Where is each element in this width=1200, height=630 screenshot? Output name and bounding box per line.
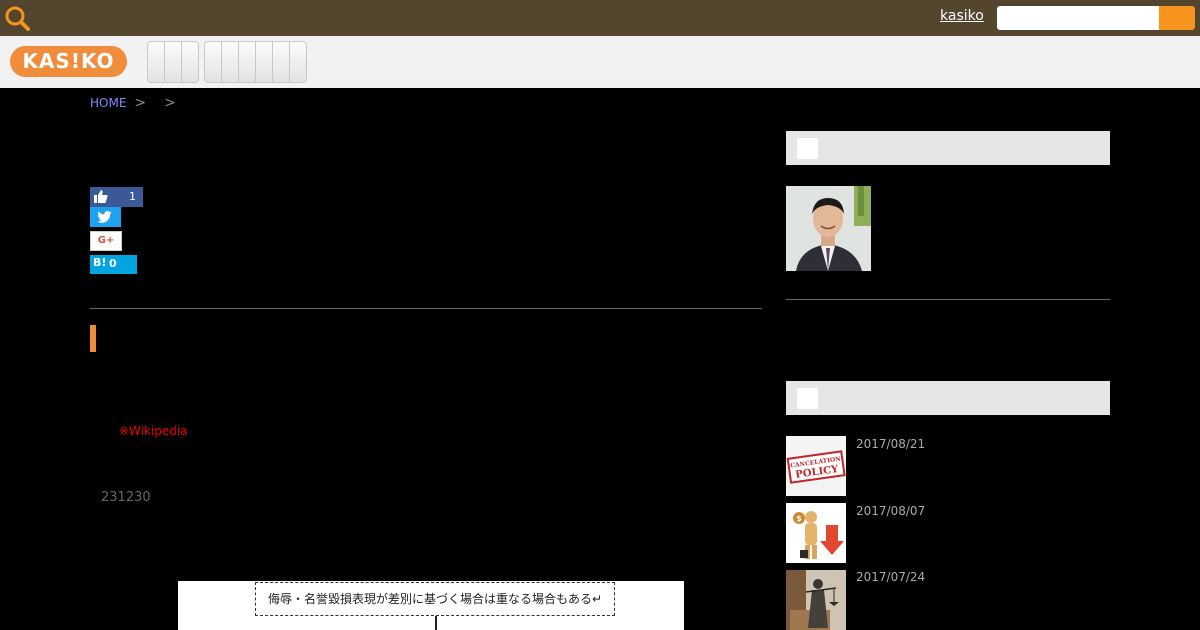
- recent-post-thumbnail[interactable]: [786, 570, 846, 630]
- author-avatar[interactable]: [786, 186, 871, 271]
- justice-statue-image: [786, 570, 846, 630]
- source-note[interactable]: ※Wikipedia: [119, 424, 188, 438]
- hatena-bookmark-button[interactable]: B! 0: [90, 255, 137, 274]
- hatena-count: 0: [109, 257, 117, 270]
- svg-text:$: $: [796, 514, 802, 523]
- sidebar-divider: [786, 299, 1110, 300]
- section-heading-marker: [90, 325, 96, 352]
- user-link[interactable]: kasiko: [940, 8, 984, 24]
- breadcrumb-separator: >: [164, 95, 176, 111]
- nav-button[interactable]: [256, 42, 273, 82]
- breadcrumb: HOME > >: [90, 95, 186, 111]
- nav-button[interactable]: [222, 42, 239, 82]
- twitter-share-button[interactable]: [90, 207, 121, 227]
- diagram-connector: [435, 616, 437, 630]
- diagram-figure: 侮辱・名誉毀損表現が差別に基づく場合は重なる場合もある↵: [178, 581, 684, 630]
- google-plus-button[interactable]: G+: [90, 231, 122, 251]
- nav-button[interactable]: [273, 42, 290, 82]
- search-icon[interactable]: [4, 5, 30, 31]
- recent-post-date: 2017/08/21: [856, 437, 926, 451]
- search-button[interactable]: [1159, 6, 1195, 30]
- nav-button[interactable]: [290, 42, 306, 82]
- nav-button[interactable]: [239, 42, 256, 82]
- nav-button[interactable]: [205, 42, 222, 82]
- sidebar-profile-header: [786, 131, 1110, 165]
- nav-button[interactable]: [148, 42, 165, 82]
- nav-button-group-1: [147, 41, 199, 83]
- thumbs-up-icon: [94, 190, 108, 203]
- content-divider: [90, 308, 762, 309]
- nav-button[interactable]: [165, 42, 182, 82]
- site-logo[interactable]: KAS!KO: [10, 46, 127, 77]
- sidebar-recent-header: [786, 381, 1110, 415]
- author-photo: [786, 186, 871, 271]
- recent-post-thumbnail[interactable]: CANCELATION POLICY: [786, 436, 846, 496]
- breadcrumb-home[interactable]: HOME: [90, 96, 126, 110]
- facebook-like-count: 1: [129, 190, 136, 203]
- article-number: 231230: [101, 490, 151, 505]
- nav-button[interactable]: [182, 42, 198, 82]
- recent-post-thumbnail[interactable]: $: [786, 503, 846, 563]
- facebook-like-button[interactable]: 1: [90, 187, 143, 207]
- recent-post-date: 2017/07/24: [856, 570, 926, 584]
- breadcrumb-separator: >: [134, 95, 147, 111]
- hatena-label: B!: [93, 256, 107, 269]
- header-square-icon: [797, 388, 818, 409]
- figure-money-down-image: $: [786, 503, 846, 563]
- cancellation-policy-image: CANCELATION POLICY: [786, 436, 846, 496]
- header-square-icon: [797, 138, 818, 159]
- recent-post-date: 2017/08/07: [856, 504, 926, 518]
- search-input[interactable]: [997, 6, 1159, 30]
- nav-button-group-2: [204, 41, 307, 83]
- diagram-box: 侮辱・名誉毀損表現が差別に基づく場合は重なる場合もある↵: [255, 582, 615, 616]
- top-bar: kasiko: [0, 0, 1200, 36]
- nav-bar: KAS!KO: [0, 36, 1200, 88]
- twitter-bird-icon: [97, 211, 112, 223]
